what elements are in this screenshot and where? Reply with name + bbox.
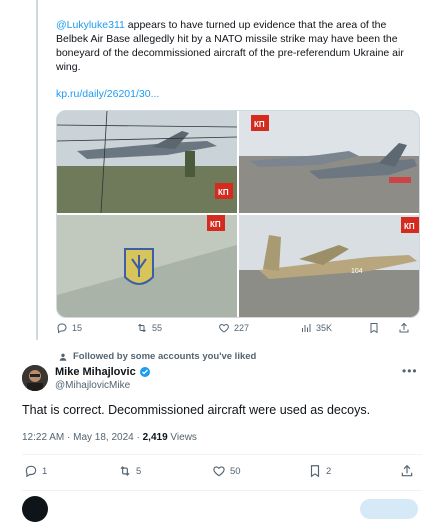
compose-avatar xyxy=(22,496,48,522)
media-image-1[interactable]: КП xyxy=(57,111,238,214)
media-image-3[interactable]: КП xyxy=(57,215,237,317)
quoted-share-button[interactable] xyxy=(398,322,410,334)
heart-icon xyxy=(219,323,229,333)
quoted-repost-button[interactable]: 55 xyxy=(136,322,162,334)
author-handle[interactable]: @MihajlovicMike xyxy=(55,380,130,391)
post-text: That is correct. Decommissioned aircraft… xyxy=(22,403,371,417)
quoted-reply-button[interactable]: 15 xyxy=(56,322,82,334)
media-watermark: КП xyxy=(404,222,415,231)
post-views-count: 2,419 xyxy=(142,432,168,443)
quoted-repost-count: 55 xyxy=(152,323,163,333)
bookmark-button[interactable]: 2 xyxy=(308,464,331,478)
quoted-bookmark-button[interactable] xyxy=(368,322,380,334)
divider xyxy=(22,454,422,455)
quoted-like-button[interactable]: 227 xyxy=(218,322,249,334)
media-watermark: КП xyxy=(210,220,221,229)
author-name-text: Mike Mihajlovic xyxy=(55,366,136,378)
heart-icon xyxy=(213,466,225,477)
media-image-2[interactable]: КП xyxy=(239,111,419,213)
media-grid[interactable]: КП КП КП 104 КП xyxy=(56,110,420,318)
bookmark-icon xyxy=(310,465,320,478)
social-context-text: Followed by some accounts you've liked xyxy=(73,351,257,362)
quoted-reply-count: 15 xyxy=(72,323,83,333)
views-icon xyxy=(302,324,311,332)
reply-button[interactable]: 1 xyxy=(24,464,47,478)
media-watermark: КП xyxy=(254,120,265,129)
like-count: 50 xyxy=(230,465,241,477)
reply-submit-button[interactable] xyxy=(360,499,418,519)
quoted-views-button[interactable]: 35K xyxy=(300,322,332,334)
post-timestamp[interactable]: 12:22 AM · May 18, 2024 · xyxy=(22,432,143,443)
author-name[interactable]: Mike Mihajlovic xyxy=(55,366,151,378)
verified-badge-icon xyxy=(139,367,150,377)
mention-link[interactable]: @Lukyluke311 xyxy=(56,19,125,31)
repost-icon xyxy=(138,323,146,333)
media-image-4[interactable]: 104 КП xyxy=(239,215,419,317)
repost-button[interactable]: 5 xyxy=(118,464,141,478)
quoted-post-actions: 15 55 227 35K xyxy=(56,322,416,338)
article-link[interactable]: kp.ru/daily/26201/30... xyxy=(56,88,159,100)
post-views-label: Views xyxy=(167,432,197,443)
quoted-views-count: 35K xyxy=(316,323,333,333)
quoted-like-count: 227 xyxy=(234,323,250,333)
repost-count: 5 xyxy=(136,465,142,477)
repost-icon xyxy=(120,466,130,476)
thread-connector-line xyxy=(36,0,38,340)
like-button[interactable]: 50 xyxy=(212,464,241,478)
svg-text:104: 104 xyxy=(351,268,363,275)
divider xyxy=(22,490,422,491)
share-button[interactable] xyxy=(400,464,414,478)
post-metadata: 12:22 AM · May 18, 2024 · 2,419 Views xyxy=(22,432,197,443)
social-context: Followed by some accounts you've liked xyxy=(58,351,256,362)
share-icon xyxy=(401,464,413,477)
share-icon xyxy=(399,322,409,333)
more-options-icon[interactable]: ••• xyxy=(402,364,418,378)
reply-count: 1 xyxy=(42,465,48,477)
avatar[interactable] xyxy=(22,365,48,391)
post-actions: 1 5 50 2 xyxy=(22,464,422,482)
person-icon xyxy=(59,353,67,361)
bookmark-count: 2 xyxy=(326,465,332,477)
media-watermark: КП xyxy=(218,188,229,197)
bookmark-icon xyxy=(370,323,378,334)
quoted-post-text: @Lukyluke311 appears to have turned up e… xyxy=(56,18,416,74)
reply-icon xyxy=(57,323,67,334)
reply-icon xyxy=(25,465,37,478)
